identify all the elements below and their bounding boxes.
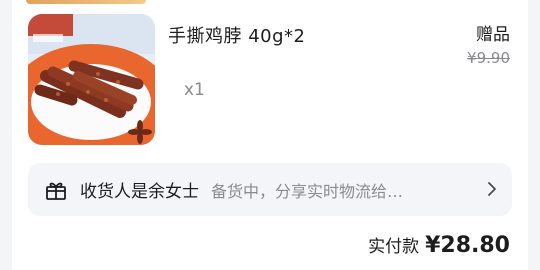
chevron-right-icon (488, 182, 496, 196)
gift-box-icon (46, 182, 66, 200)
gift-tag: 赠品 (476, 25, 510, 45)
total-amount: ¥28.80 (425, 233, 510, 258)
receiver-label: 收货人是余女士 (80, 182, 199, 202)
logistics-share-hint: 备货中，分享实时物流给… (211, 181, 404, 201)
total-label: 实付款 (368, 237, 420, 257)
product-image[interactable] (28, 14, 155, 145)
product-title[interactable]: 手撕鸡脖 40g*2 (168, 22, 306, 48)
previous-item-strip (26, 0, 146, 4)
receiver-bar[interactable]: 收货人是余女士 备货中，分享实时物流给… (28, 163, 512, 216)
original-price: ¥9.90 (467, 49, 510, 67)
payment-total: 实付款 ¥28.80 (368, 232, 510, 258)
product-quantity: x1 (184, 80, 205, 100)
